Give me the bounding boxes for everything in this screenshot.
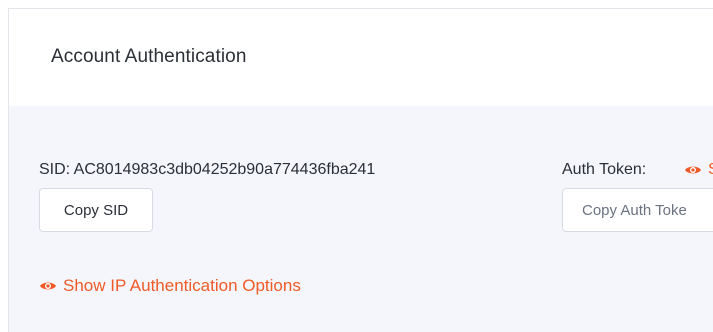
show-ip-authentication-link[interactable]: Show IP Authentication Options bbox=[39, 276, 301, 296]
eye-icon bbox=[685, 166, 701, 174]
card-header: Account Authentication bbox=[9, 9, 713, 106]
copy-auth-token-button[interactable]: Copy Auth Toke bbox=[562, 188, 713, 232]
credentials-panel: SID: AC8014983c3db04252b90a774436fba241 … bbox=[9, 106, 713, 332]
auth-token-label: Auth Token: bbox=[562, 161, 647, 178]
ip-link-label: Show IP Authentication Options bbox=[63, 276, 301, 295]
show-auth-token-label: S bbox=[708, 161, 713, 179]
show-auth-token-link[interactable]: S bbox=[684, 161, 713, 179]
sid-value: SID: AC8014983c3db04252b90a774436fba241 bbox=[39, 161, 376, 178]
eye-icon bbox=[40, 282, 56, 290]
account-authentication-card: Account Authentication SID: AC8014983c3d… bbox=[8, 8, 713, 332]
copy-sid-button[interactable]: Copy SID bbox=[39, 188, 153, 232]
card-title: Account Authentication bbox=[51, 46, 247, 67]
